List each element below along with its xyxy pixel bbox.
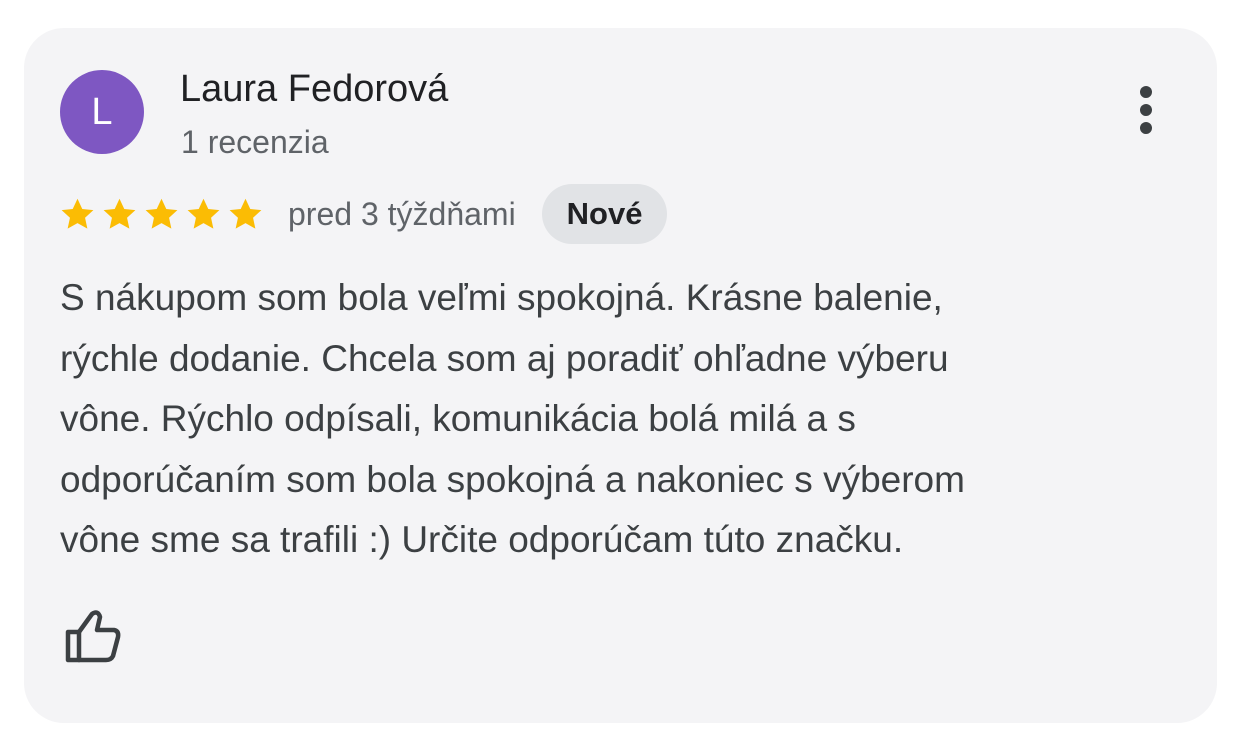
more-vert-icon-dot bbox=[1140, 104, 1152, 116]
new-badge: Nové bbox=[541, 184, 668, 244]
review-date: pred 3 týždňami bbox=[288, 195, 516, 232]
more-options-button[interactable] bbox=[1124, 80, 1168, 140]
star-icon bbox=[61, 198, 94, 229]
star-rating bbox=[59, 196, 264, 233]
star-icon bbox=[103, 198, 136, 229]
star-icon bbox=[229, 198, 262, 229]
author-name[interactable]: Laura Fedorová bbox=[180, 68, 448, 111]
review-text-line: vône. Rýchlo odpísali, komunikácia bolá … bbox=[60, 398, 856, 439]
review-count: 1 recenzia bbox=[181, 124, 329, 160]
thumb-up-icon bbox=[65, 610, 121, 663]
star-icon bbox=[145, 198, 178, 229]
more-vert-icon bbox=[1140, 86, 1152, 98]
review-text-line: rýchle dodanie. Chcela som aj poradiť oh… bbox=[60, 337, 949, 379]
review-meta: pred 3 týždňami Nové bbox=[59, 184, 668, 244]
review-text-line: S nákupom som bola veľmi spokojná. Krásn… bbox=[60, 277, 943, 318]
more-vert-icon-dot bbox=[1140, 122, 1152, 134]
like-button[interactable] bbox=[62, 608, 122, 664]
star-icon bbox=[187, 198, 220, 229]
review-text: S nákupom som bola veľmi spokojná. Krásn… bbox=[60, 268, 1170, 571]
avatar[interactable]: L bbox=[60, 70, 144, 154]
review-text-line: vône sme sa trafili :) Určite odporúčam … bbox=[60, 519, 904, 560]
avatar-initial: L bbox=[91, 90, 113, 133]
review-text-line: odporúčaním som bola spokojná a nakoniec… bbox=[60, 458, 965, 500]
review-card: L Laura Fedorová 1 recenzia pred 3 týždň… bbox=[24, 28, 1217, 723]
